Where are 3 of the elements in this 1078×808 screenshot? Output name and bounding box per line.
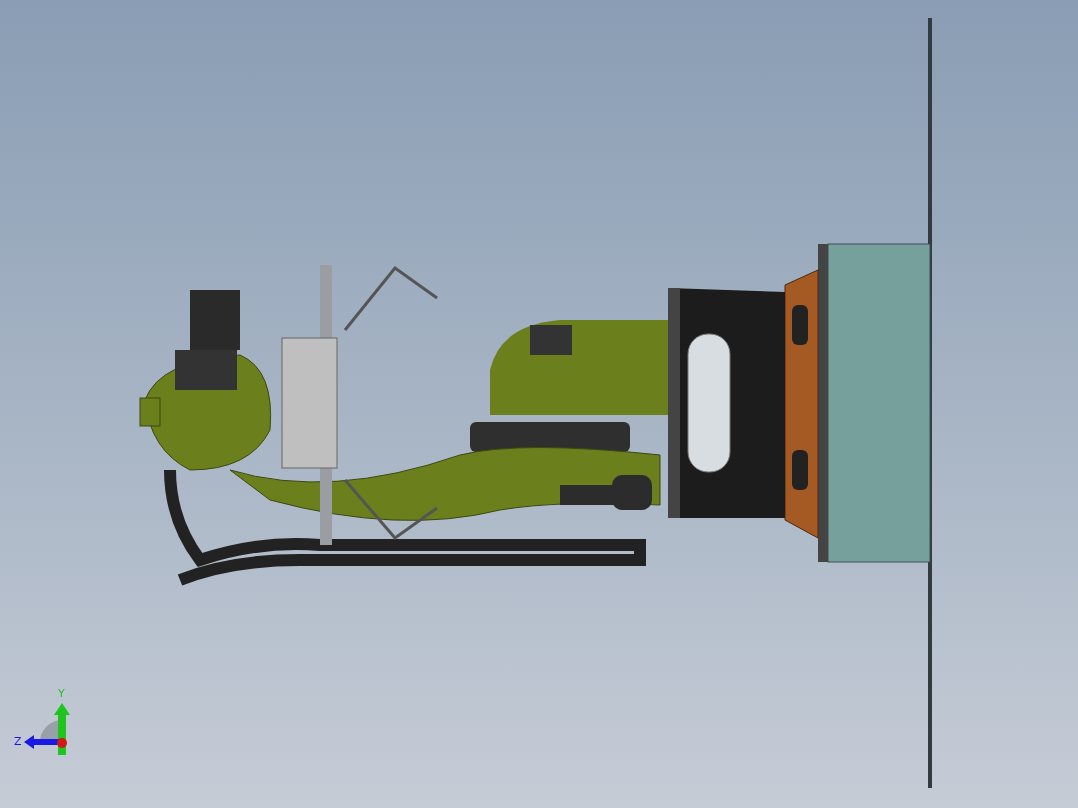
origin-icon: [57, 738, 67, 748]
axis-label: Y: [58, 687, 65, 700]
axis-label: Z: [14, 735, 22, 748]
